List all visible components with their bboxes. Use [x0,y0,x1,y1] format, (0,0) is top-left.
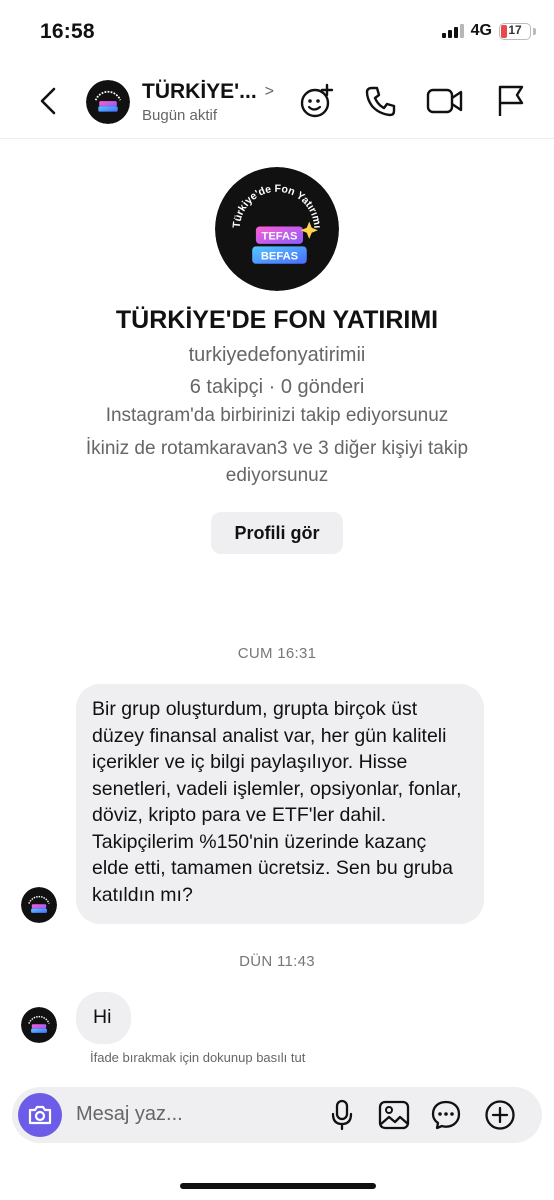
phone-icon [365,86,396,117]
camera-button[interactable] [18,1093,62,1137]
message-bubble[interactable]: Hi [76,992,131,1044]
flag-icon [498,85,524,116]
call-button[interactable] [362,82,400,120]
microphone-icon [331,1099,353,1131]
sticker-icon [300,83,334,118]
home-indicator [180,1183,376,1189]
reaction-hint: İfade bırakmak için dokunup basılı tut [90,1050,306,1065]
header-divider [0,138,554,139]
sticker-chat-icon [431,1100,461,1130]
avatar-word-2: BEFAS [261,250,298,262]
message-bubble[interactable]: Bir grup oluşturdum, grupta birçok üst d… [76,684,484,924]
message-input[interactable] [76,1097,306,1131]
sender-avatar[interactable] [21,887,57,923]
profile-avatar[interactable]: Türkiye'de Fon Yatırımı TEFAS BEFAS [215,167,339,291]
header-avatar[interactable] [86,80,130,124]
active-status: Bugün aktif [142,107,218,124]
signal-icon [441,24,464,38]
profile-username: turkiyedefonyatirimii [188,344,366,366]
gallery-icon [378,1100,410,1130]
avatar-word-1: TEFAS [262,231,298,243]
camera-icon [28,1105,52,1125]
timestamp-separator: CUM 16:31 [237,645,317,662]
voice-message-button[interactable] [324,1097,360,1133]
more-options-button[interactable] [482,1097,518,1133]
status-indicators: 4G 17 [441,22,536,40]
chevron-right-icon: > [264,83,275,100]
timestamp-separator: DÜN 11:43 [239,953,315,970]
follow-status: Instagram'da birbirinizi takip ediyorsun… [105,405,449,426]
video-icon [426,88,463,114]
sender-avatar[interactable] [21,1007,57,1043]
sticker-chat-button[interactable] [428,1097,464,1133]
back-button[interactable] [30,83,66,119]
sticker-button[interactable] [298,82,336,120]
profile-stats: 6 takipçi · 0 gönderi [189,376,365,398]
gallery-button[interactable] [376,1097,412,1133]
plus-icon [485,1100,515,1130]
status-time: 16:58 [40,20,95,43]
view-profile-button[interactable]: Profili gör [211,512,343,554]
chat-title-text: TÜRKİYE'... [142,80,257,103]
battery-level: 17 [508,22,522,37]
mutual-followers: İkiniz de rotamkaravan3 ve 3 diğer kişiy… [85,438,469,486]
battery-icon: 17 [499,22,531,40]
back-arrow-icon [40,87,56,115]
network-label: 4G [470,22,492,39]
video-call-button[interactable] [426,82,464,120]
profile-name: TÜRKİYE'DE FON YATIRIMI [115,306,439,334]
chat-title[interactable]: TÜRKİYE'... > [142,80,274,104]
report-button[interactable] [492,82,530,120]
